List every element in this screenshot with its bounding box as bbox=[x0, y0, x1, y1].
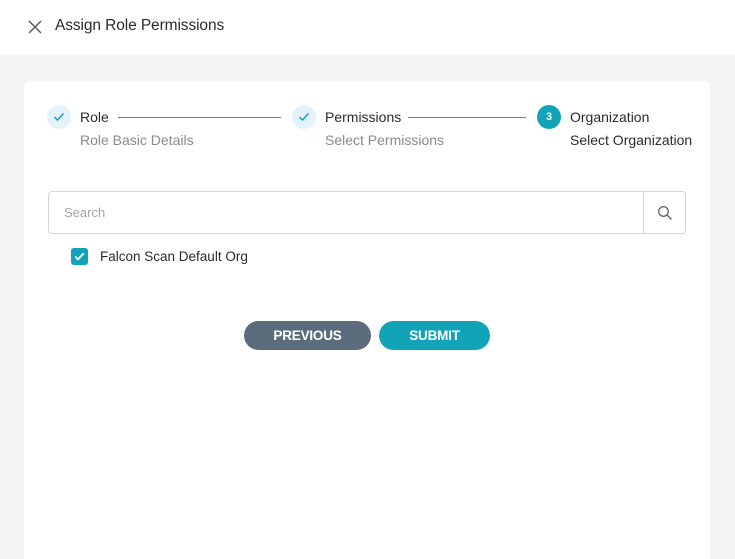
step-2-title: Permissions bbox=[325, 109, 402, 125]
assign-permissions-card: Role Role Basic Details Permissions Sele… bbox=[24, 81, 710, 559]
step-2-check-icon bbox=[292, 105, 316, 129]
step-connector-2 bbox=[408, 117, 526, 118]
step-connector-1 bbox=[118, 117, 281, 118]
header-bar: Assign Role Permissions bbox=[0, 0, 735, 55]
step-1-subtitle: Role Basic Details bbox=[80, 132, 194, 148]
step-1-check-icon bbox=[47, 105, 71, 129]
step-3-title: Organization bbox=[570, 109, 650, 125]
org-list-item[interactable]: Falcon Scan Default Org bbox=[71, 246, 248, 266]
page-title: Assign Role Permissions bbox=[55, 17, 225, 34]
step-3-number: 3 bbox=[537, 105, 561, 129]
search-button[interactable] bbox=[643, 192, 685, 233]
org-label: Falcon Scan Default Org bbox=[100, 248, 248, 264]
submit-button[interactable]: SUBMIT bbox=[379, 321, 490, 350]
search-field bbox=[48, 191, 686, 234]
check-icon bbox=[74, 252, 85, 261]
org-checkbox[interactable] bbox=[71, 247, 88, 265]
step-3-subtitle: Select Organization bbox=[570, 132, 693, 148]
previous-button[interactable]: PREVIOUS bbox=[244, 321, 371, 350]
search-icon bbox=[657, 205, 672, 220]
close-icon[interactable] bbox=[26, 18, 44, 36]
step-2-subtitle: Select Permissions bbox=[325, 132, 445, 148]
search-input[interactable] bbox=[49, 192, 644, 233]
step-1-title: Role bbox=[80, 109, 109, 125]
